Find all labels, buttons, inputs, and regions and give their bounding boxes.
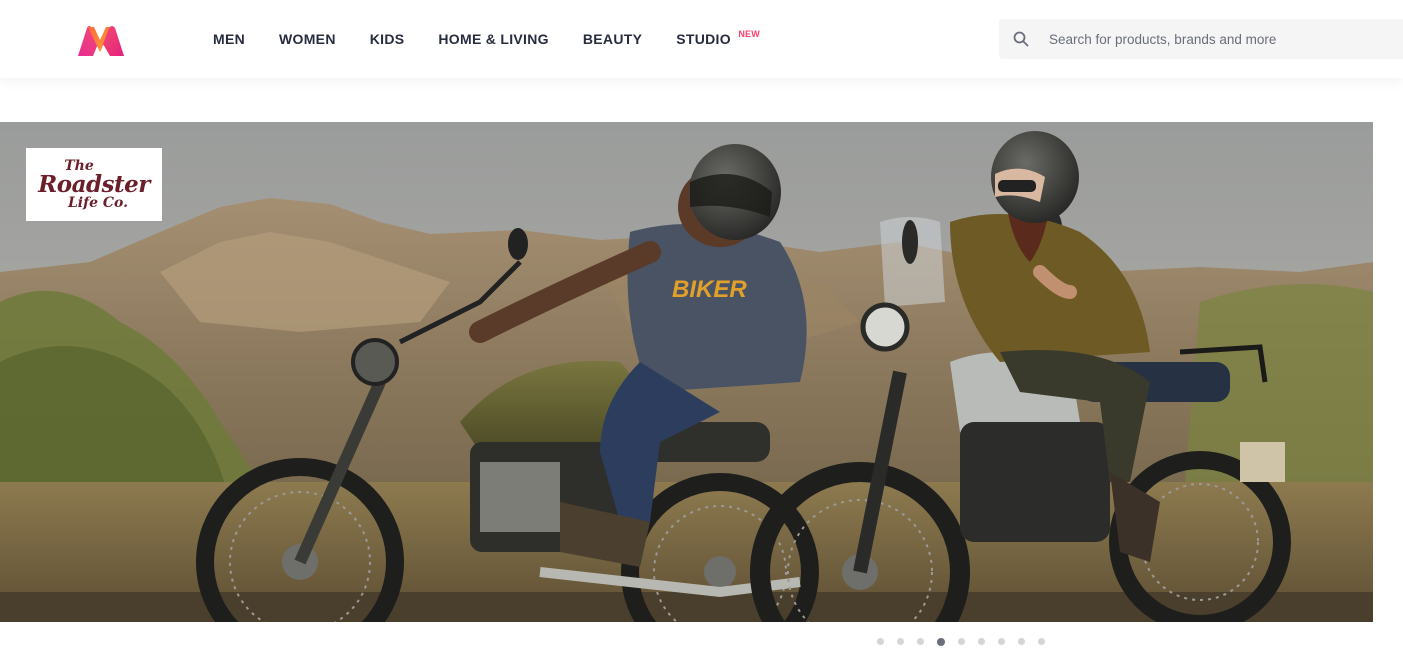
carousel-dot[interactable] [998, 638, 1005, 645]
nav-item-women[interactable]: WOMEN [262, 0, 353, 78]
banner-photo: BIKER [0, 122, 1373, 622]
nav-item-kids[interactable]: KIDS [353, 0, 422, 78]
nav-item-label: HOME & LIVING [438, 31, 549, 47]
carousel-dot[interactable] [1018, 638, 1025, 645]
nav-item-label: STUDIO [676, 31, 731, 47]
brand-logo-line3: Life Co. [67, 195, 129, 211]
nav-item-label: MEN [213, 31, 246, 47]
search-input[interactable] [1043, 19, 1403, 59]
carousel-dot[interactable] [1038, 638, 1045, 645]
brand-logo-line2: Roadster [38, 171, 150, 198]
carousel-dot[interactable] [877, 638, 884, 645]
site-header: MEN WOMEN KIDS HOME & LIVING BEAUTY STUD… [0, 0, 1403, 78]
carousel-dots [877, 637, 1058, 646]
main-nav: MEN WOMEN KIDS HOME & LIVING BEAUTY STUD… [196, 0, 760, 78]
tshirt-print: BIKER [672, 276, 747, 303]
nav-item-label: WOMEN [279, 31, 336, 47]
carousel-dot[interactable] [917, 638, 924, 645]
nav-item-label: KIDS [369, 31, 405, 47]
nav-item-label: BEAUTY [582, 31, 643, 47]
carousel-dot-active[interactable] [937, 637, 945, 646]
search-bar[interactable] [999, 19, 1403, 59]
carousel-dot[interactable] [958, 638, 965, 645]
search-icon[interactable] [999, 19, 1043, 59]
nav-item-studio[interactable]: STUDIO NEW [659, 0, 760, 78]
nav-item-men[interactable]: MEN [196, 0, 262, 78]
hero-banner[interactable]: BIKER The Roadster Life Co. [0, 122, 1373, 622]
nav-item-beauty[interactable]: BEAUTY [566, 0, 659, 78]
carousel-dot[interactable] [897, 638, 904, 645]
roadster-brand-logo[interactable]: The Roadster Life Co. [26, 148, 162, 221]
nav-item-home-living[interactable]: HOME & LIVING [421, 0, 565, 78]
new-badge: NEW [738, 29, 760, 39]
myntra-logo-icon[interactable] [76, 22, 126, 58]
carousel-dot[interactable] [978, 638, 985, 645]
